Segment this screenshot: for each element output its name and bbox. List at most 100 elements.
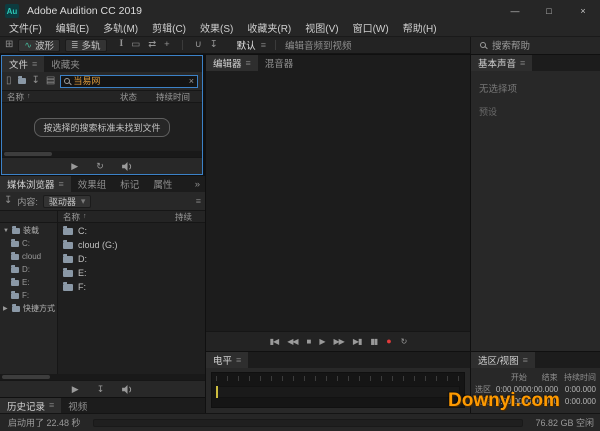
workspace-edit-audio-video[interactable]: 编辑音频到视频 [285,38,352,52]
workspace-default[interactable]: 默认 [237,38,256,52]
tree-closed-icon[interactable]: ▶ [3,305,9,312]
import-file-icon[interactable]: ↧ [32,76,40,86]
skip-to-start-button[interactable]: ▮◀ [270,337,280,346]
menu-clip[interactable]: 剪辑(C) [145,22,193,37]
maximize-button[interactable]: □ [532,0,566,22]
tab-editor[interactable]: 编辑器 ≡ [206,55,258,71]
tree-item-drive[interactable]: C: [0,237,57,250]
media-horizontal-scrollbar[interactable] [0,374,205,380]
snapping-icon[interactable]: ∪ [195,40,202,50]
menu-edit[interactable]: 编辑(E) [49,22,96,37]
menu-help[interactable]: 帮助(H) [396,22,444,37]
multitrack-view-button[interactable]: ≣ 多轨 [64,38,107,52]
marquee-tool-icon[interactable]: ▭ [131,40,140,50]
list-view-icon[interactable]: ▤ [46,76,55,86]
column-name[interactable]: 名称 ↑ [58,211,175,223]
tab-video[interactable]: 视频 [61,398,94,413]
editor-panel: 编辑器 ≡ 混音器 ▮◀ ◀◀ ■ ▶ ▶▶ ▶▮ ▮▮ ● ↻ [206,55,470,351]
column-duration[interactable]: 持续 [175,211,205,223]
levels-tabbar: 电平 ≡ [206,352,470,368]
import-media-icon[interactable]: ↧ [4,196,12,206]
level-meter[interactable] [211,372,465,408]
fast-forward-button[interactable]: ▶▶ [334,337,345,346]
record-button[interactable]: ● [386,337,391,346]
tree-item-drive[interactable]: D: [0,263,57,276]
panel-menu-icon[interactable]: ≡ [520,58,525,68]
media-panel-menu-icon[interactable]: ≡ [196,196,201,206]
view-duration[interactable]: 0:00.000 [558,397,596,406]
menu-window[interactable]: 窗口(W) [346,22,396,37]
tab-media-browser[interactable]: 媒体浏览器 ≡ [0,176,71,192]
panel-menu-icon[interactable]: ≡ [236,355,241,365]
rewind-button[interactable]: ◀◀ [287,337,298,346]
tab-essential-sound[interactable]: 基本声音 ≡ [471,55,533,71]
tree-item-drive[interactable]: cloud [0,250,57,263]
pause-button[interactable]: ▮▮ [370,337,378,346]
autoplay-icon[interactable]: ▶ [72,384,79,394]
editor-canvas[interactable] [206,71,470,331]
panel-menu-icon[interactable]: ≡ [246,58,251,68]
search-help-box[interactable]: 搜索帮助 [470,36,600,54]
menu-multitrack[interactable]: 多轨(M) [96,22,145,37]
tab-history[interactable]: 历史记录 ≡ [0,398,62,413]
move-tool-icon[interactable]: + [164,40,170,50]
tree-shortcuts-label: 快捷方式 [23,304,55,313]
panel-menu-icon[interactable]: ≡ [523,355,528,365]
drive-row[interactable]: E: [58,266,205,280]
loop-playback-button[interactable]: ↻ [401,337,408,346]
tab-selection-view[interactable]: 选区/视图 ≡ [471,352,535,368]
slip-tool-icon[interactable]: ⇄ [148,40,156,50]
selection-duration[interactable]: 0:00.000 [558,385,596,394]
import-toolbar-icon[interactable]: ↧ [210,40,218,50]
tab-levels[interactable]: 电平 ≡ [206,352,249,368]
waveform-view-button[interactable]: ∿ 波形 [18,38,60,52]
tree-item-mounted[interactable]: ▼ 装载 [0,224,57,237]
tab-properties[interactable]: 属性 [146,176,179,192]
tree-item-drive[interactable]: E: [0,276,57,289]
speaker-icon[interactable] [121,161,133,171]
autoplay-icon[interactable]: ▶ [71,161,78,171]
tree-item-shortcuts[interactable]: ▶ 快捷方式 [0,302,57,315]
clear-search-icon[interactable]: × [189,76,194,86]
stop-button[interactable]: ■ [307,337,312,346]
time-selection-tool-icon[interactable]: I [120,40,124,50]
workspace-menu-icon[interactable]: ≡ [261,40,266,50]
column-name[interactable]: 名称 ↑ [2,91,120,103]
drive-row[interactable]: C: [58,224,205,238]
skip-to-end-button[interactable]: ▶▮ [353,337,363,346]
tree-item-drive[interactable]: F: [0,289,57,302]
content-dropdown[interactable]: 驱动器 ▾ [42,194,92,208]
panel-menu-icon[interactable]: ≡ [32,59,37,69]
panel-menu-icon[interactable]: ≡ [49,401,54,410]
folder-icon [63,225,73,235]
drive-row[interactable]: D: [58,252,205,266]
menu-favorites[interactable]: 收藏夹(R) [240,22,298,37]
more-tabs-icon[interactable]: » [190,176,205,192]
column-duration[interactable]: 持续时间 [156,91,202,103]
drive-row[interactable]: cloud (G:) [58,238,205,252]
import-icon[interactable]: ↧ [97,384,105,394]
loop-playback-icon[interactable]: ↻ [96,161,104,171]
drive-icon [11,264,19,273]
play-button[interactable]: ▶ [319,337,325,346]
menu-view[interactable]: 视图(V) [298,22,345,37]
open-folder-icon[interactable] [17,76,26,84]
menu-effects[interactable]: 效果(S) [193,22,240,37]
menu-file[interactable]: 文件(F) [2,22,49,37]
new-file-icon[interactable]: ▯ [6,76,12,86]
panel-menu-icon[interactable]: ≡ [59,179,64,189]
tab-files[interactable]: 文件 ≡ [2,56,45,72]
files-horizontal-scrollbar[interactable] [2,151,202,157]
column-status[interactable]: 状态 [120,91,156,103]
workspace-grid-icon[interactable]: ⊞ [5,40,13,50]
tab-effects-rack[interactable]: 效果组 [71,176,114,192]
close-button[interactable]: × [566,0,600,22]
speaker-icon[interactable] [122,384,133,394]
tab-markers[interactable]: 标记 [113,176,146,192]
tree-open-icon[interactable]: ▼ [3,228,9,234]
drive-row[interactable]: F: [58,280,205,294]
tab-mixer[interactable]: 混音器 [258,55,301,71]
tab-favorites[interactable]: 收藏夹 [44,56,87,72]
minimize-button[interactable]: — [498,0,532,22]
files-search-input[interactable]: 当易网 × [60,74,198,88]
